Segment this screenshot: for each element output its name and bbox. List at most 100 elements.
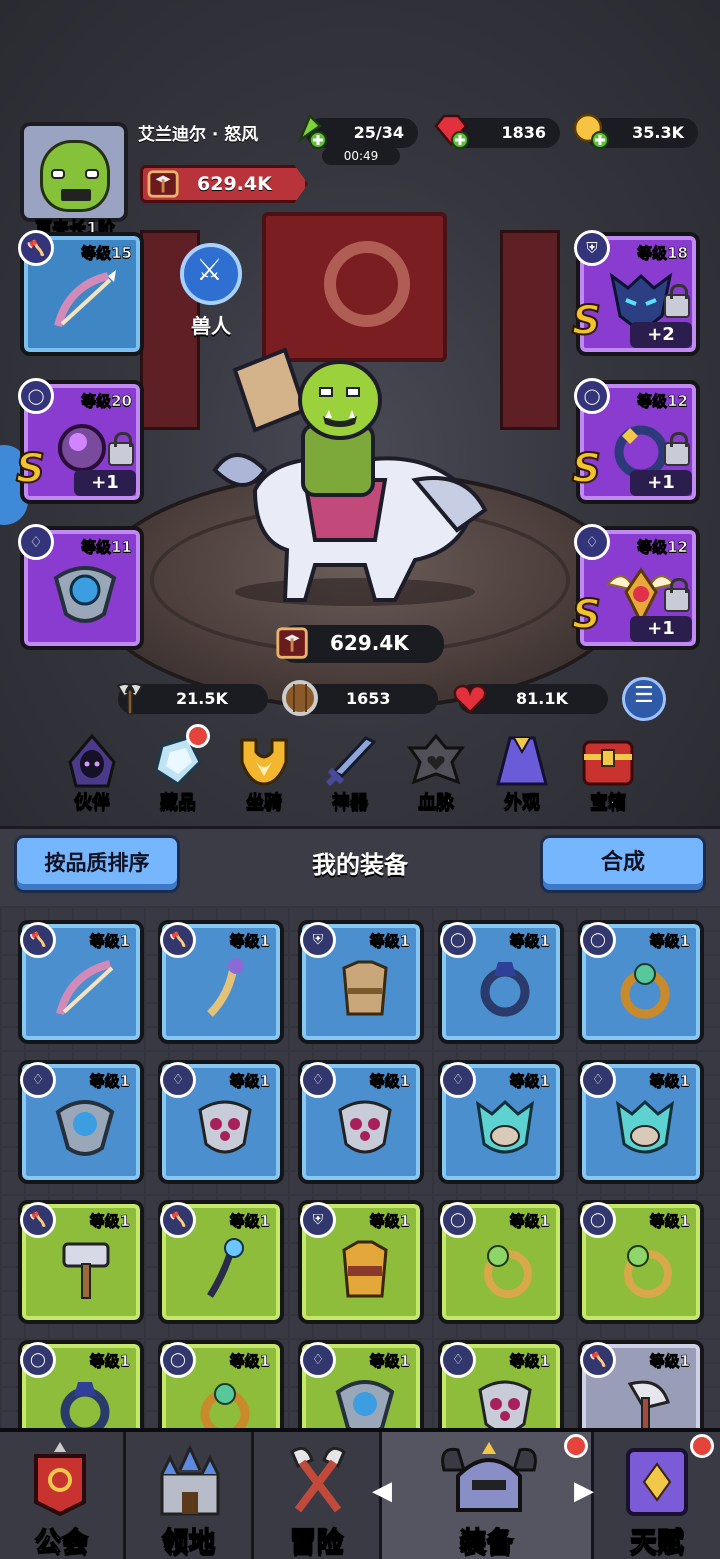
equip-slot-armor[interactable]: ⛨ 等级18 S +2 <box>571 230 700 356</box>
inventory-item[interactable]: ♢ 等级1 <box>438 1340 564 1428</box>
ring-green-icon <box>624 1245 672 1298</box>
item-level: 等级1 <box>89 1212 130 1231</box>
feature-appearance[interactable]: 外观 <box>482 732 562 818</box>
item-level: 等级1 <box>229 1212 270 1231</box>
feature-label: 神器 <box>332 792 369 814</box>
defense-stat: 1653 <box>282 680 438 716</box>
feature-bloodline[interactable]: 血脉 <box>396 732 476 818</box>
inventory-grid: 🪓 等级1 🪓 等级1 ⛨ 等级1 ◯ 等级1 ◯ 等级1 ♢ 等级1 ♢ 等级1 ♢ 等级1 ♢ 等级1 ♢ 等级1… <box>0 906 720 1428</box>
nav-equipment[interactable]: 装备 <box>382 1432 594 1559</box>
armor-gold-icon <box>342 1240 388 1298</box>
power-badge: 629.4K <box>140 165 308 203</box>
inventory-item[interactable]: ♢ 等级1 <box>298 1340 424 1428</box>
lock-icon <box>108 432 134 466</box>
pillar-right <box>500 230 560 430</box>
staff-blue-icon <box>207 1238 244 1298</box>
amulet-icon: ♢ <box>18 524 54 560</box>
inventory-item[interactable]: ◯ 等级1 <box>158 1340 284 1428</box>
feature-artifact[interactable]: 神器 <box>310 732 390 818</box>
inventory-item[interactable]: ⛨ 等级1 <box>298 920 424 1044</box>
dark-heart-icon <box>407 733 465 785</box>
nav-left-arrow-icon[interactable]: ◀ <box>372 1476 392 1506</box>
feature-companion[interactable]: 伙伴 <box>52 732 132 818</box>
inventory-item[interactable]: ♢ 等级1 <box>158 1060 284 1184</box>
inventory-item[interactable]: ◯ 等级1 <box>578 1200 704 1324</box>
feature-mount[interactable]: 坐骑 <box>224 732 304 818</box>
energy-counter[interactable]: 25/34 <box>297 113 418 149</box>
item-level: 等级1 <box>649 1072 690 1091</box>
equip-slot-ring-2[interactable]: ◯ 等级12 S +1 <box>571 378 700 504</box>
lock-icon <box>664 284 690 318</box>
inventory-item[interactable]: 🪓 等级1 <box>578 1340 704 1428</box>
ring-icon: ◯ <box>440 922 476 958</box>
ring-icon: ◯ <box>580 1202 616 1238</box>
item-level: 等级1 <box>649 1352 690 1371</box>
gem-counter[interactable]: 1836 <box>434 114 560 149</box>
item-level: 等级1 <box>649 1212 690 1231</box>
merge-button[interactable]: 合成 <box>540 835 706 893</box>
attack-value: 21.5K <box>176 689 228 708</box>
nav-guild[interactable]: 公会 <box>0 1432 126 1559</box>
bow-icon <box>56 960 114 1016</box>
mask-pink-icon <box>478 1380 532 1428</box>
ring-icon: ◯ <box>440 1202 476 1238</box>
inventory-item[interactable]: ⛨ 等级1 <box>298 1200 424 1324</box>
inventory-item[interactable]: ♢ 等级1 <box>18 1060 144 1184</box>
inventory-item[interactable]: ♢ 等级1 <box>298 1060 424 1184</box>
sort-by-quality-button[interactable]: 按品质排序 <box>14 835 180 893</box>
inventory-item[interactable]: 🪓 等级1 <box>18 920 144 1044</box>
grade-badge: S <box>15 445 46 493</box>
vest-icon <box>342 960 388 1016</box>
nav-adventure[interactable]: 冒险 <box>254 1432 382 1559</box>
amulet-icon: ♢ <box>440 1342 476 1378</box>
item-level: 等级1 <box>649 932 690 951</box>
player-avatar[interactable] <box>20 122 128 222</box>
saddle-icon <box>240 738 288 786</box>
mask-teal-icon <box>475 1099 535 1154</box>
nav-territory[interactable]: 领地 <box>126 1432 254 1559</box>
ring-icon: ◯ <box>20 1342 56 1378</box>
slot-level: 等级18 <box>637 244 688 263</box>
inventory-item[interactable]: ♢ 等级1 <box>438 1060 564 1184</box>
equip-slot-weapon[interactable]: 🪓 等级15 <box>18 230 144 356</box>
armor-icon: ⛨ <box>574 230 610 266</box>
equip-slot-amulet[interactable]: ♢ 等级11 <box>18 524 144 650</box>
ring-gold-icon <box>620 963 670 1019</box>
feature-label: 坐骑 <box>246 792 283 814</box>
equip-slot-ring-1[interactable]: ◯ 等级20 S +1 <box>15 378 144 504</box>
equip-slot-charm[interactable]: ♢ 等级12 S +1 <box>571 524 700 650</box>
inventory-item[interactable]: ♢ 等级1 <box>578 1060 704 1184</box>
amulet-art-icon <box>53 566 117 623</box>
enhance-bonus: +2 <box>630 322 692 348</box>
item-level: 等级1 <box>369 1212 410 1231</box>
spellbook-icon <box>626 1448 688 1516</box>
orc-face-icon <box>40 140 110 212</box>
grade-badge: S <box>571 591 602 639</box>
hood-icon <box>68 733 116 788</box>
mask-pink-icon <box>338 1100 392 1154</box>
feature-chest[interactable]: 宝箱 <box>568 732 648 818</box>
ring-icon: ◯ <box>160 1342 196 1378</box>
hp-value: 81.1K <box>516 689 568 708</box>
inventory-item[interactable]: ◯ 等级1 <box>438 1200 564 1324</box>
nav-right-arrow-icon[interactable]: ▶ <box>574 1476 594 1506</box>
armor-icon: ⛨ <box>300 1202 336 1238</box>
amulet-icon <box>335 1380 395 1428</box>
sword-icon <box>325 736 377 787</box>
nav-label: 装备 <box>459 1526 514 1558</box>
inventory-item[interactable]: ◯ 等级1 <box>18 1340 144 1428</box>
race-emblem-icon[interactable] <box>180 243 242 305</box>
nav-talent[interactable]: 天赋 <box>594 1432 720 1559</box>
slot-level: 等级11 <box>81 538 132 557</box>
gold-counter[interactable]: 35.3K <box>573 113 698 149</box>
inventory-item[interactable]: 🪓 等级1 <box>18 1200 144 1324</box>
inventory-item[interactable]: 🪓 等级1 <box>158 920 284 1044</box>
inventory-item[interactable]: 🪓 等级1 <box>158 1200 284 1324</box>
staff-icon <box>207 958 244 1017</box>
inventory-item[interactable]: ◯ 等级1 <box>438 920 564 1044</box>
nav-label: 领地 <box>161 1526 216 1558</box>
inventory-item[interactable]: ◯ 等级1 <box>578 920 704 1044</box>
stats-detail-button[interactable] <box>622 677 666 721</box>
grade-badge: S <box>571 297 602 345</box>
feature-collection[interactable]: 藏品 <box>138 724 218 818</box>
